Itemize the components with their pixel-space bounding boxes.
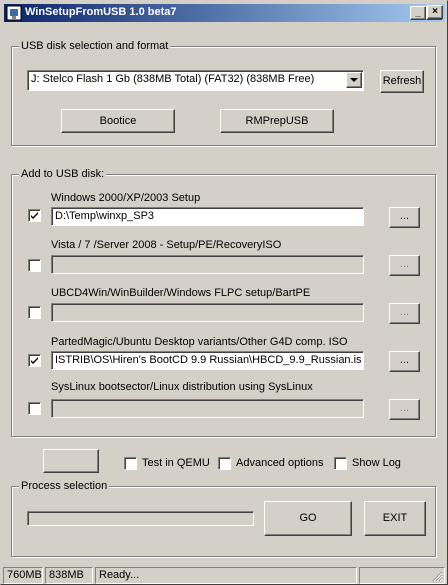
partedmagic-browse-button[interactable]: ... <box>389 351 420 372</box>
blank-button[interactable] <box>43 449 99 473</box>
source-label-winxp: Windows 2000/XP/2003 Setup <box>51 192 201 204</box>
source-label-syslinux: SysLinux bootsector/Linux distribution u… <box>51 381 313 393</box>
go-button[interactable]: GO <box>264 501 352 536</box>
show-log-label: Show Log <box>352 457 401 469</box>
status-total: 760MB <box>3 567 43 584</box>
chevron-down-icon[interactable] <box>346 72 362 88</box>
exit-button[interactable]: EXIT <box>364 501 426 536</box>
show-log-checkbox[interactable] <box>334 457 347 470</box>
status-free: 838MB <box>45 567 93 584</box>
vista-checkbox[interactable] <box>28 259 41 272</box>
check-icon <box>31 212 38 219</box>
source-label-vista: Vista / 7 /Server 2008 - Setup/PE/Recove… <box>51 239 282 251</box>
window-title: WinSetupFromUSB 1.0 beta7 <box>25 6 177 18</box>
winxp-browse-button[interactable]: ... <box>389 207 420 228</box>
vista-browse-button[interactable]: ... <box>389 255 420 276</box>
usb-disk-select[interactable]: J: Stelco Flash 1 Gb (838MB Total) (FAT3… <box>27 70 364 91</box>
ubcd4win-browse-button[interactable]: ... <box>389 303 420 324</box>
resize-grip-icon[interactable] <box>431 570 443 582</box>
app-usb-icon <box>6 5 22 21</box>
check-icon <box>31 357 38 364</box>
close-button[interactable]: × <box>427 5 443 19</box>
advanced-options-checkbox[interactable] <box>218 457 231 470</box>
usb-disk-select-value: J: Stelco Flash 1 Gb (838MB Total) (FAT3… <box>31 73 315 85</box>
advanced-options-label: Advanced options <box>236 457 324 469</box>
test-qemu-label: Test in QEMU <box>142 457 210 469</box>
syslinux-checkbox[interactable] <box>28 402 41 415</box>
winxp-path-input[interactable]: D:\Temp\winxp_SP3 <box>51 207 364 226</box>
progress-bar <box>27 511 254 526</box>
winxp-checkbox[interactable] <box>28 209 41 222</box>
bootice-button[interactable]: Bootice <box>61 109 175 133</box>
status-message: Ready... <box>95 567 357 584</box>
add-to-usb-group-label: Add to USB disk: <box>19 168 107 181</box>
usb-selection-group-label: USB disk selection and format <box>19 40 171 53</box>
partedmagic-path-value: ISTRIB\OS\Hiren's BootCD 9.9 Russian\HBC… <box>55 354 362 366</box>
source-label-partedmagic: PartedMagic/Ubuntu Desktop variants/Othe… <box>51 336 348 348</box>
winxp-path-value: D:\Temp\winxp_SP3 <box>55 210 155 222</box>
test-qemu-checkbox[interactable] <box>124 457 137 470</box>
title-bar[interactable]: WinSetupFromUSB 1.0 beta7 _ □ <box>4 4 445 22</box>
status-extra <box>359 567 445 584</box>
partedmagic-checkbox[interactable] <box>28 354 41 367</box>
rmprepusb-button[interactable]: RMPrepUSB <box>220 109 334 133</box>
source-label-ubcd4win: UBCD4Win/WinBuilder/Windows FLPC setup/B… <box>51 287 311 299</box>
refresh-button[interactable]: Refresh <box>380 70 424 93</box>
ubcd4win-path-input[interactable] <box>51 303 364 322</box>
main-window: WinSetupFromUSB 1.0 beta7 _ □ USB disk s… <box>0 0 448 585</box>
process-selection-group-label: Process selection <box>19 480 110 493</box>
vista-path-input[interactable] <box>51 255 364 274</box>
minimize-button[interactable]: _ <box>410 6 426 20</box>
ubcd4win-checkbox[interactable] <box>28 306 41 319</box>
syslinux-browse-button[interactable]: ... <box>389 399 420 420</box>
partedmagic-path-input[interactable]: ISTRIB\OS\Hiren's BootCD 9.9 Russian\HBC… <box>51 351 364 370</box>
syslinux-path-input[interactable] <box>51 399 364 418</box>
